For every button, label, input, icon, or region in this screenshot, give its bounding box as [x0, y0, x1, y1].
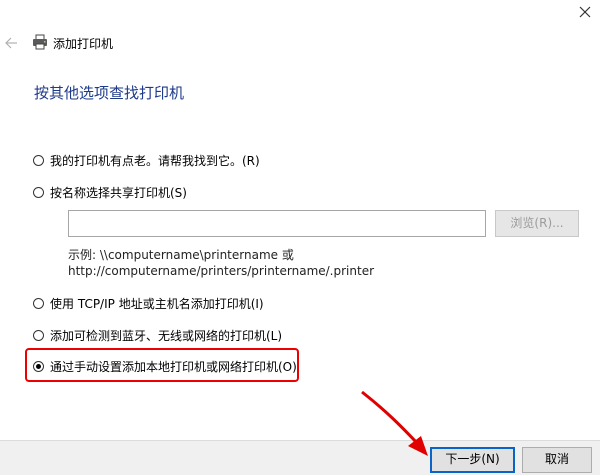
shared-printer-name-input[interactable] [68, 210, 486, 237]
radio-bluetooth-wireless[interactable] [33, 330, 44, 341]
title-bar [0, 0, 600, 32]
red-arrow-annotation [361, 390, 428, 456]
example-text-line2: http://computername/printers/printername… [68, 264, 375, 278]
next-button[interactable]: 下一步(N) [430, 447, 515, 473]
dialog-title: 添加打印机 [53, 37, 114, 51]
cancel-button[interactable]: 取消 [522, 447, 592, 473]
example-text-line1: 示例: \\computername\printername 或 [68, 248, 294, 262]
browse-button[interactable]: 浏览(R)... [495, 210, 579, 237]
option-label-tcp-ip[interactable]: 使用 TCP/IP 地址或主机名添加打印机(I) [50, 295, 264, 312]
option-label-bluetooth-wireless[interactable]: 添加可检测到蓝牙、无线或网络的打印机(L) [50, 327, 282, 344]
option-label-manual-settings[interactable]: 通过手动设置添加本地打印机或网络打印机(O) [50, 358, 297, 375]
radio-manual-settings[interactable] [33, 361, 44, 372]
dialog-header: 添加打印机 [0, 32, 600, 60]
radio-tcp-ip[interactable] [33, 298, 44, 309]
back-arrow-icon[interactable] [4, 36, 18, 50]
radio-old-printer[interactable] [33, 155, 44, 166]
page-heading: 按其他选项查找打印机 [34, 84, 185, 102]
radio-shared-by-name[interactable] [33, 187, 44, 198]
option-label-shared-by-name[interactable]: 按名称选择共享打印机(S) [50, 184, 187, 201]
printer-icon [33, 34, 47, 50]
dialog-footer: 下一步(N) 取消 [0, 440, 600, 475]
option-label-old-printer[interactable]: 我的打印机有点老。请帮我找到它。(R) [50, 152, 260, 169]
close-icon[interactable] [574, 1, 596, 23]
